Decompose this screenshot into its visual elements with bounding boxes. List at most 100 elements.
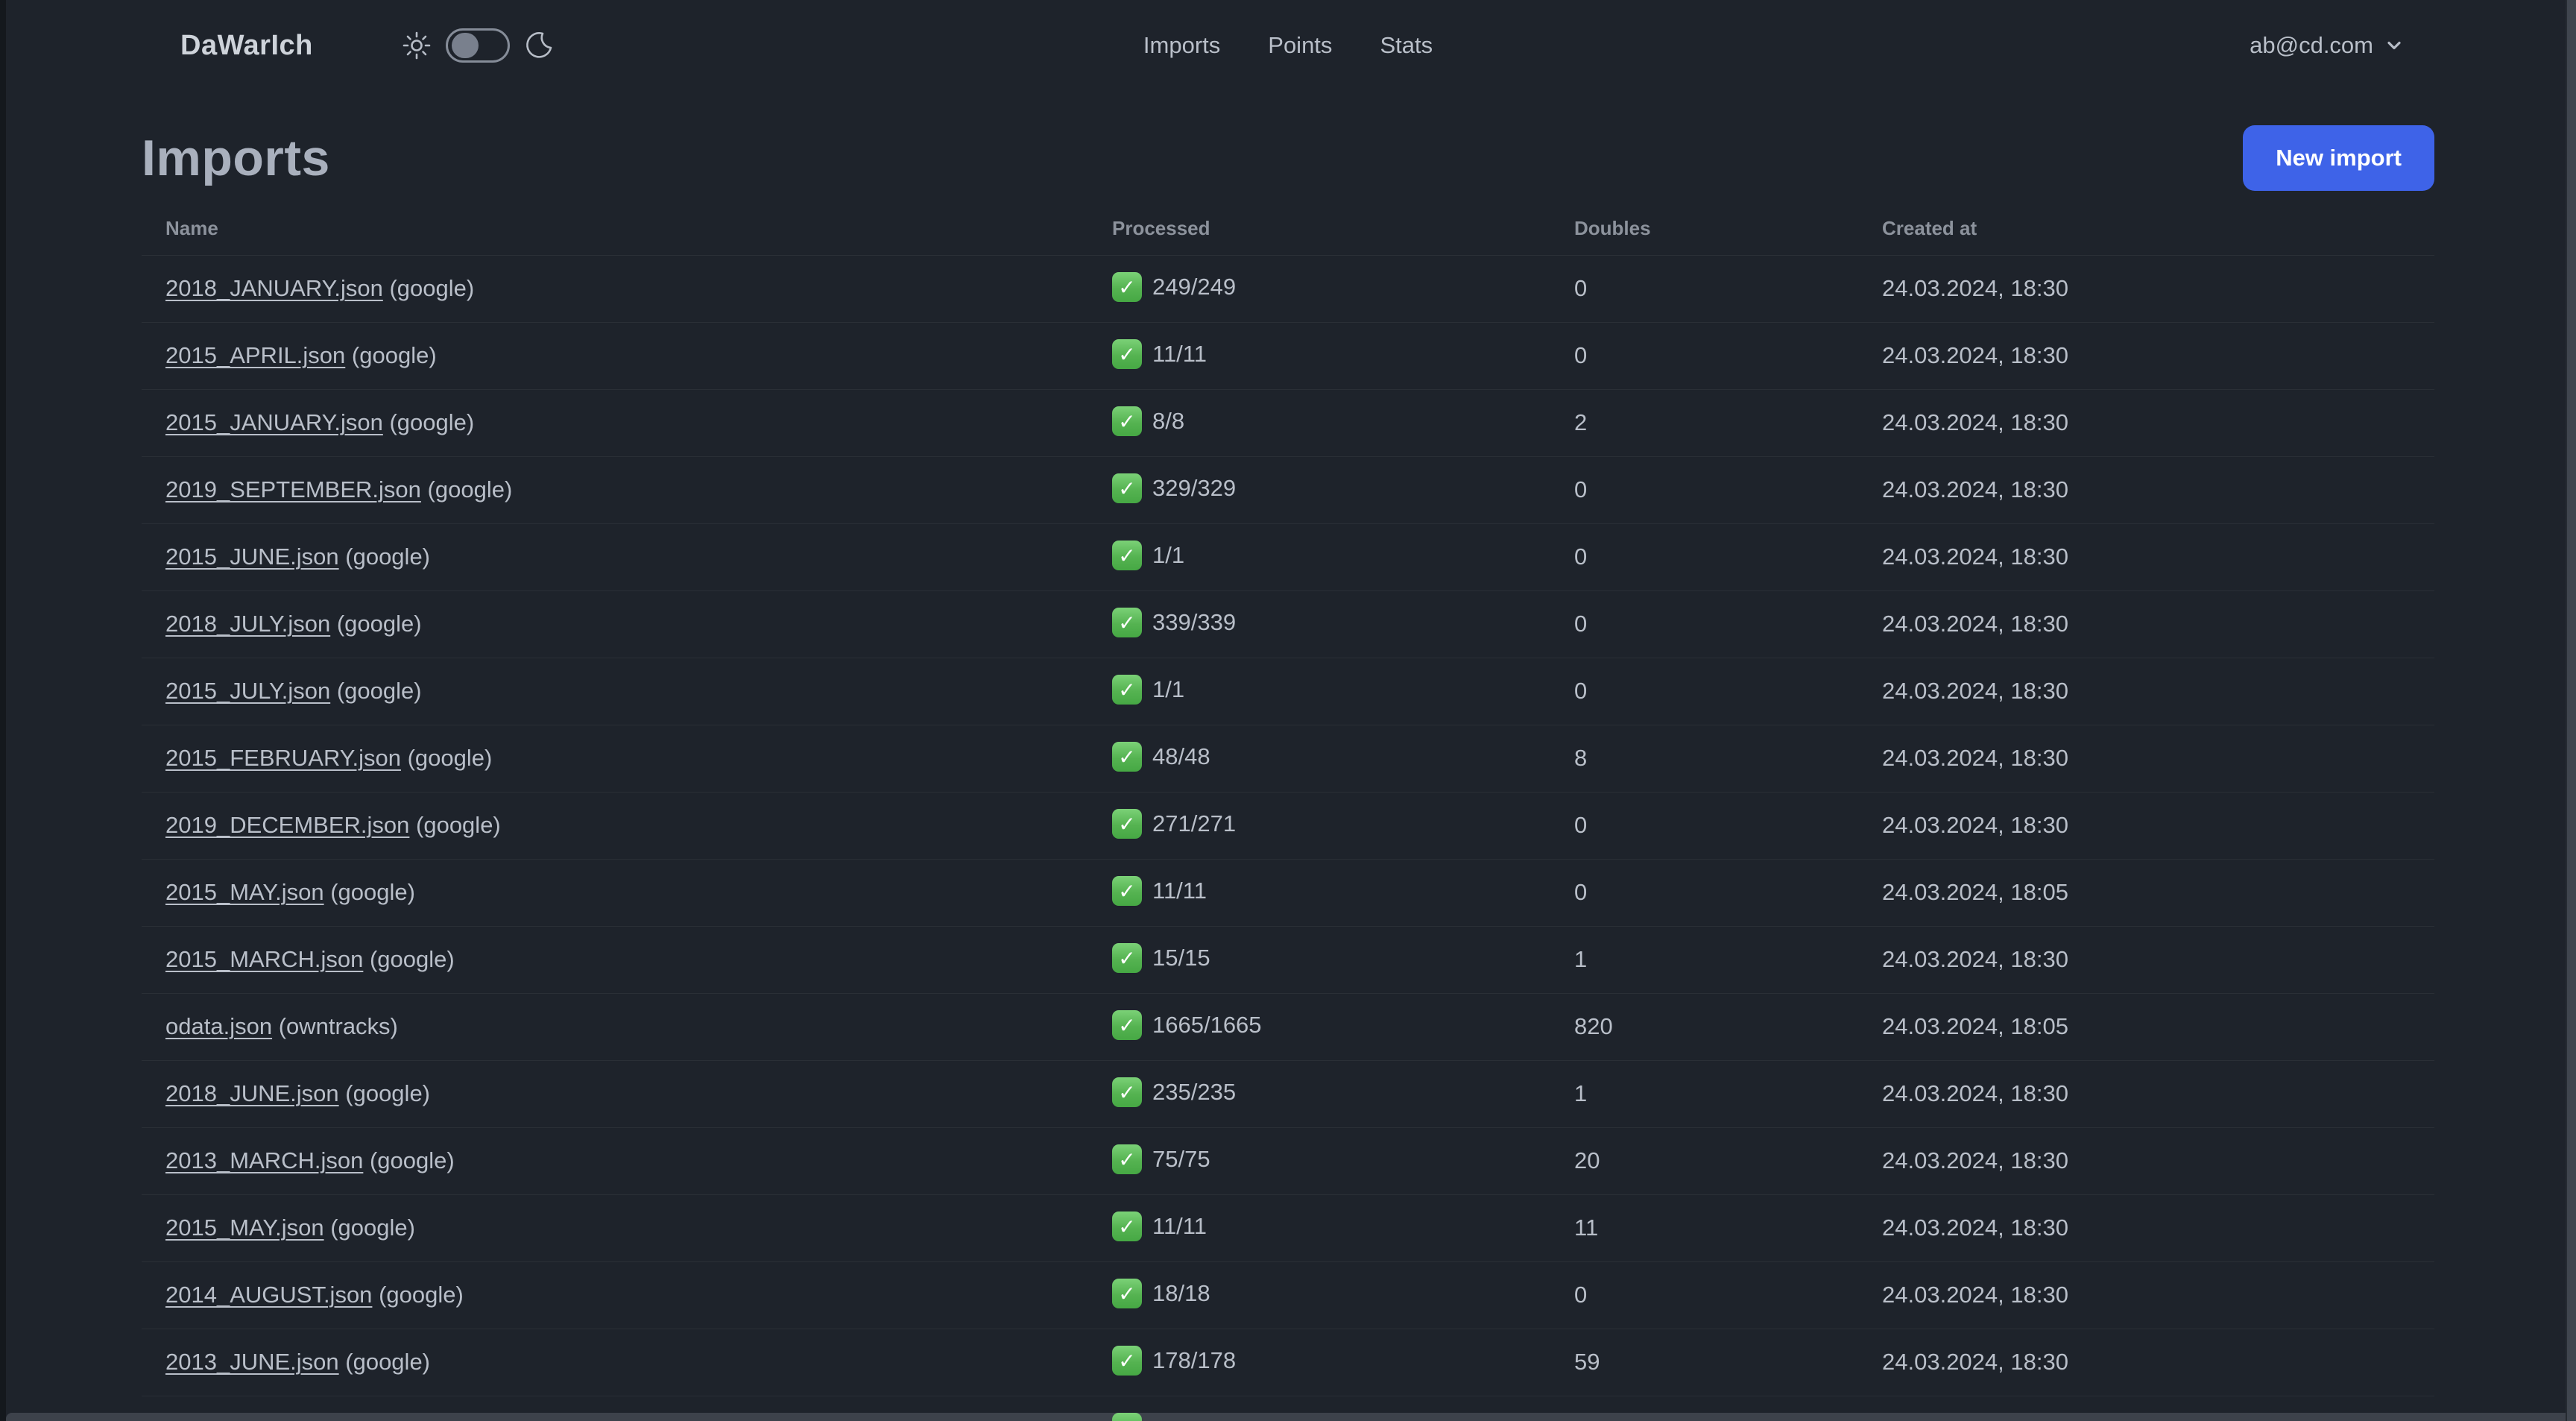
- processed-count: 329/329: [1152, 475, 1237, 502]
- processed-count: 8/8: [1152, 408, 1185, 435]
- nav-link-imports[interactable]: Imports: [1143, 32, 1220, 59]
- created-at: 24.03.2024, 18:30: [1882, 275, 2068, 301]
- processed-cell: 11/11: [1088, 859, 1550, 927]
- table-header-row: Name Processed Doubles Created at: [142, 203, 2434, 256]
- horizontal-scrollbar[interactable]: [6, 1413, 2576, 1421]
- table-row: 2019_SEPTEMBER.json (google) 329/329 0 2…: [142, 456, 2434, 524]
- import-file-link[interactable]: 2015_JULY.json: [165, 678, 330, 704]
- import-source: (google): [407, 745, 493, 771]
- processed-check-icon: [1112, 876, 1142, 906]
- doubles-cell: 0: [1550, 859, 1858, 927]
- import-source: (google): [369, 1147, 455, 1173]
- created-at-cell: 24.03.2024, 18:05: [1858, 993, 2434, 1061]
- created-at-cell: 24.03.2024, 18:30: [1858, 1127, 2434, 1195]
- processed-count: 271/271: [1152, 810, 1237, 837]
- import-file-link[interactable]: 2013_MARCH.json: [165, 1147, 363, 1173]
- table-row: 2015_MARCH.json (google) 15/15 1 24.03.2…: [142, 926, 2434, 994]
- navbar: DaWarIch Imports Points Stats ab@cd.com: [0, 0, 2576, 91]
- doubles-cell: 820: [1550, 993, 1858, 1061]
- doubles-cell: 11: [1550, 1194, 1858, 1262]
- new-import-button[interactable]: New import: [2243, 125, 2434, 191]
- name-cell: 2015_JANUARY.json (google): [142, 389, 1088, 457]
- table-row: 2013_MARCH.json (google) 75/75 20 24.03.…: [142, 1127, 2434, 1195]
- table-row: 2013_JUNE.json (google) 178/178 59 24.03…: [142, 1329, 2434, 1396]
- import-file-link[interactable]: 2019_DECEMBER.json: [165, 812, 409, 838]
- created-at-cell: 24.03.2024, 18:30: [1858, 926, 2434, 994]
- name-cell: 2018_JANUARY.json (google): [142, 255, 1088, 323]
- import-file-link[interactable]: 2015_MARCH.json: [165, 946, 363, 972]
- doubles-cell: 20: [1550, 1127, 1858, 1195]
- import-file-link[interactable]: 2015_JANUARY.json: [165, 409, 383, 435]
- import-file-link[interactable]: 2019_SEPTEMBER.json: [165, 476, 421, 502]
- doubles-count: 1: [1574, 946, 1588, 972]
- doubles-cell: 2: [1550, 389, 1858, 457]
- processed-cell: 329/329: [1088, 456, 1550, 524]
- processed-cell: 178/178: [1088, 1329, 1550, 1396]
- created-at-cell: 24.03.2024, 18:30: [1858, 725, 2434, 793]
- processed-check-icon: [1112, 1346, 1142, 1376]
- import-file-link[interactable]: 2018_JULY.json: [165, 611, 330, 637]
- import-source: (owntracks): [278, 1013, 398, 1039]
- created-at: 24.03.2024, 18:30: [1882, 1080, 2068, 1106]
- import-file-link[interactable]: 2015_FEBRUARY.json: [165, 745, 401, 771]
- import-file-link[interactable]: 2014_AUGUST.json: [165, 1282, 372, 1308]
- processed-check-icon: [1112, 1077, 1142, 1107]
- user-menu[interactable]: ab@cd.com: [2250, 32, 2405, 59]
- doubles-cell: 0: [1550, 456, 1858, 524]
- import-file-link[interactable]: 2018_JANUARY.json: [165, 275, 383, 301]
- import-file-link[interactable]: 2015_JUNE.json: [165, 543, 339, 570]
- import-file-link[interactable]: 2018_JUNE.json: [165, 1080, 339, 1106]
- import-file-link[interactable]: 2015_MAY.json: [165, 1214, 324, 1241]
- import-file-link[interactable]: odata.json: [165, 1013, 272, 1039]
- import-source: (google): [330, 1214, 415, 1241]
- created-at: 24.03.2024, 18:30: [1882, 543, 2068, 570]
- created-at: 24.03.2024, 18:05: [1882, 879, 2068, 905]
- table-row: 2018_JUNE.json (google) 235/235 1 24.03.…: [142, 1060, 2434, 1128]
- doubles-count: 0: [1574, 275, 1588, 301]
- processed-check-icon: [1112, 1212, 1142, 1241]
- column-header-name: Name: [142, 203, 1088, 256]
- import-source: (google): [336, 678, 422, 704]
- processed-count: 1/1: [1152, 676, 1185, 703]
- processed-count: 11/11: [1152, 1213, 1207, 1240]
- doubles-count: 8: [1574, 745, 1588, 771]
- created-at: 24.03.2024, 18:30: [1882, 678, 2068, 704]
- nav-link-stats[interactable]: Stats: [1380, 32, 1433, 59]
- vertical-scrollbar[interactable]: [2566, 0, 2576, 1421]
- import-file-link[interactable]: 2015_APRIL.json: [165, 342, 345, 368]
- table-row: 2015_APRIL.json (google) 11/11 0 24.03.2…: [142, 322, 2434, 390]
- doubles-count: 11: [1574, 1214, 1599, 1241]
- created-at-cell: 24.03.2024, 18:30: [1858, 1261, 2434, 1329]
- page-title: Imports: [142, 130, 330, 186]
- doubles-cell: 59: [1550, 1329, 1858, 1396]
- name-cell: odata.json (owntracks): [142, 993, 1088, 1061]
- table-row: 2015_FEBRUARY.json (google) 48/48 8 24.0…: [142, 725, 2434, 793]
- table-row: 2018_JULY.json (google) 339/339 0 24.03.…: [142, 590, 2434, 658]
- doubles-cell: 0: [1550, 658, 1858, 725]
- table-row: 2015_JULY.json (google) 1/1 0 24.03.2024…: [142, 658, 2434, 725]
- import-file-link[interactable]: 2015_MAY.json: [165, 879, 324, 905]
- created-at: 24.03.2024, 18:30: [1882, 745, 2068, 771]
- table-row: odata.json (owntracks) 1665/1665 820 24.…: [142, 993, 2434, 1061]
- processed-check-icon: [1112, 809, 1142, 839]
- created-at: 24.03.2024, 18:30: [1882, 409, 2068, 435]
- processed-check-icon: [1112, 339, 1142, 369]
- app-logo[interactable]: DaWarIch: [180, 30, 313, 62]
- import-file-link[interactable]: 2013_JUNE.json: [165, 1349, 339, 1375]
- doubles-cell: 0: [1550, 1261, 1858, 1329]
- doubles-cell: 1: [1550, 926, 1858, 994]
- import-source: (google): [427, 476, 513, 502]
- processed-cell: 15/15: [1088, 926, 1550, 994]
- column-header-processed: Processed: [1088, 203, 1550, 256]
- processed-check-icon: [1112, 406, 1142, 436]
- doubles-count: 0: [1574, 1282, 1588, 1308]
- processed-check-icon: [1112, 1413, 1142, 1421]
- created-at-cell: 24.03.2024, 18:30: [1858, 456, 2434, 524]
- theme-toggle-switch[interactable]: [445, 28, 510, 63]
- doubles-count: 0: [1574, 342, 1588, 368]
- main-content: Imports New import Name Processed Double…: [142, 122, 2434, 1421]
- processed-check-icon: [1112, 1144, 1142, 1174]
- nav-link-points[interactable]: Points: [1268, 32, 1332, 59]
- name-cell: 2013_JUNE.json (google): [142, 1329, 1088, 1396]
- created-at: 24.03.2024, 18:30: [1882, 611, 2068, 637]
